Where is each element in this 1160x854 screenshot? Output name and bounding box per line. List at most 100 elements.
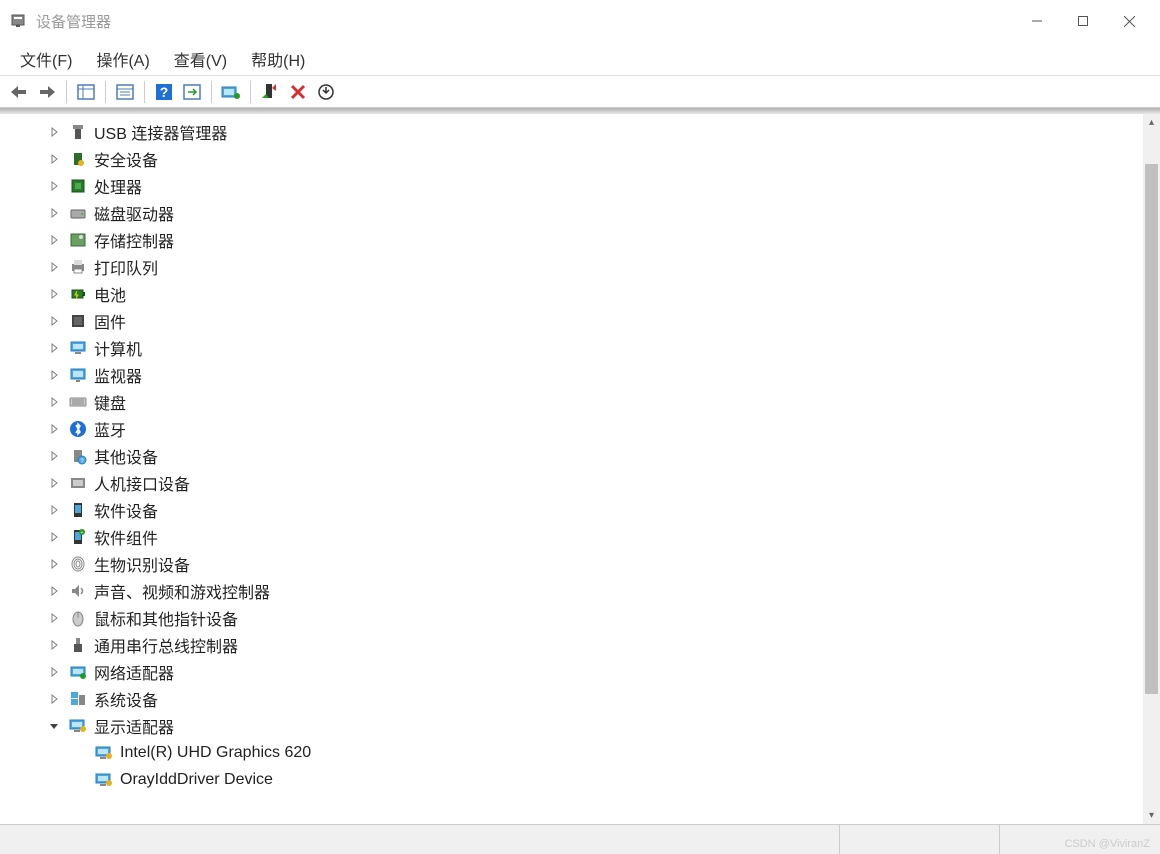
- tree-item[interactable]: 生物识别设备: [20, 550, 1160, 577]
- back-button[interactable]: [6, 79, 32, 105]
- tree-item-label: 蓝牙: [94, 417, 126, 441]
- tree-item[interactable]: 存储控制器: [20, 226, 1160, 253]
- expand-icon[interactable]: [46, 286, 62, 302]
- expand-icon[interactable]: [46, 529, 62, 545]
- tree-item[interactable]: 安全设备: [20, 145, 1160, 172]
- expand-icon[interactable]: [46, 448, 62, 464]
- biometric-icon: [68, 554, 88, 574]
- tree-item[interactable]: 鼠标和其他指针设备: [20, 604, 1160, 631]
- expand-icon[interactable]: [46, 313, 62, 329]
- display-icon: [68, 716, 88, 736]
- menu-help[interactable]: 帮助(H): [239, 41, 317, 77]
- display-device-icon: [94, 743, 114, 763]
- system-icon: [68, 689, 88, 709]
- menu-file[interactable]: 文件(F): [8, 41, 84, 77]
- expand-icon[interactable]: [46, 556, 62, 572]
- expand-icon[interactable]: [46, 691, 62, 707]
- scroll-up-arrow[interactable]: ▴: [1143, 114, 1160, 131]
- expand-icon[interactable]: [46, 664, 62, 680]
- disable-device-button[interactable]: [313, 79, 339, 105]
- toolbar-separator: [211, 81, 212, 103]
- expand-icon[interactable]: [46, 232, 62, 248]
- tree-item[interactable]: 键盘: [20, 388, 1160, 415]
- forward-button[interactable]: [34, 79, 60, 105]
- tree-child-label: OrayIddDriver Device: [120, 771, 273, 789]
- toolbar-separator: [250, 81, 251, 103]
- update-driver-button[interactable]: [218, 79, 244, 105]
- tree-item[interactable]: 打印队列: [20, 253, 1160, 280]
- computer-icon: [68, 338, 88, 358]
- expand-icon[interactable]: [46, 394, 62, 410]
- menubar: 文件(F) 操作(A) 查看(V) 帮助(H): [0, 42, 1160, 76]
- expand-icon[interactable]: [46, 124, 62, 140]
- tree-item-label: 软件设备: [94, 498, 158, 522]
- tree-item-label: 固件: [94, 309, 126, 333]
- watermark: CSDN @ViviranZ: [1064, 838, 1150, 850]
- tree-item[interactable]: ?其他设备: [20, 442, 1160, 469]
- expand-icon[interactable]: [46, 610, 62, 626]
- usb-connector-icon: [68, 122, 88, 142]
- tree-item[interactable]: 计算机: [20, 334, 1160, 361]
- tree-item[interactable]: 声音、视频和游戏控制器: [20, 577, 1160, 604]
- expand-icon[interactable]: [46, 340, 62, 356]
- tree-item-label: 存储控制器: [94, 228, 174, 252]
- enable-device-button[interactable]: [257, 79, 283, 105]
- bluetooth-icon: [68, 419, 88, 439]
- tree-child-item[interactable]: OrayIddDriver Device: [20, 766, 1160, 793]
- expand-icon[interactable]: [46, 259, 62, 275]
- security-icon: [68, 149, 88, 169]
- scrollbar-thumb[interactable]: [1145, 164, 1158, 694]
- close-button[interactable]: [1106, 5, 1152, 37]
- window-title: 设备管理器: [36, 11, 1014, 32]
- uninstall-device-button[interactable]: [285, 79, 311, 105]
- menu-action[interactable]: 操作(A): [84, 41, 161, 77]
- tree-item[interactable]: 监视器: [20, 361, 1160, 388]
- tree-item[interactable]: USB 连接器管理器: [20, 118, 1160, 145]
- tree-item-label: 声音、视频和游戏控制器: [94, 579, 270, 603]
- tree-item-label: 人机接口设备: [94, 471, 190, 495]
- show-hide-console-button[interactable]: [73, 79, 99, 105]
- tree-child-item[interactable]: Intel(R) UHD Graphics 620: [20, 739, 1160, 766]
- scroll-down-arrow[interactable]: ▾: [1143, 807, 1160, 824]
- expand-icon[interactable]: [46, 475, 62, 491]
- properties-button[interactable]: [112, 79, 138, 105]
- tree-item[interactable]: 电池: [20, 280, 1160, 307]
- tree-item[interactable]: 磁盘驱动器: [20, 199, 1160, 226]
- expand-icon[interactable]: [46, 367, 62, 383]
- tree-item[interactable]: 处理器: [20, 172, 1160, 199]
- expand-icon[interactable]: [46, 583, 62, 599]
- tree-item-label: 通用串行总线控制器: [94, 633, 238, 657]
- statusbar: [0, 824, 1160, 854]
- expand-icon[interactable]: [46, 151, 62, 167]
- svg-text:+: +: [81, 530, 84, 536]
- menu-view[interactable]: 查看(V): [162, 41, 239, 77]
- scan-hardware-button[interactable]: [179, 79, 205, 105]
- tree-item[interactable]: 显示适配器: [20, 712, 1160, 739]
- expand-icon[interactable]: [46, 637, 62, 653]
- tree-item-label: 键盘: [94, 390, 126, 414]
- battery-icon: [68, 284, 88, 304]
- tree-item[interactable]: 软件设备: [20, 496, 1160, 523]
- tree-item[interactable]: 人机接口设备: [20, 469, 1160, 496]
- tree-item[interactable]: 网络适配器: [20, 658, 1160, 685]
- firmware-icon: [68, 311, 88, 331]
- tree-item[interactable]: 系统设备: [20, 685, 1160, 712]
- maximize-button[interactable]: [1060, 5, 1106, 37]
- minimize-button[interactable]: [1014, 5, 1060, 37]
- expand-icon[interactable]: [46, 178, 62, 194]
- expand-icon[interactable]: [46, 205, 62, 221]
- expand-icon[interactable]: [46, 421, 62, 437]
- tree-item[interactable]: +软件组件: [20, 523, 1160, 550]
- help-button[interactable]: ?: [151, 79, 177, 105]
- storage-icon: [68, 230, 88, 250]
- scrollbar[interactable]: ▴ ▾: [1143, 114, 1160, 824]
- tree-item[interactable]: 蓝牙: [20, 415, 1160, 442]
- software-component-icon: +: [68, 527, 88, 547]
- app-icon: [8, 11, 28, 31]
- expand-icon[interactable]: [46, 502, 62, 518]
- tree-item-label: USB 连接器管理器: [94, 120, 227, 144]
- tree-item[interactable]: 通用串行总线控制器: [20, 631, 1160, 658]
- tree-item-label: 安全设备: [94, 147, 158, 171]
- collapse-icon[interactable]: [46, 718, 62, 734]
- tree-item[interactable]: 固件: [20, 307, 1160, 334]
